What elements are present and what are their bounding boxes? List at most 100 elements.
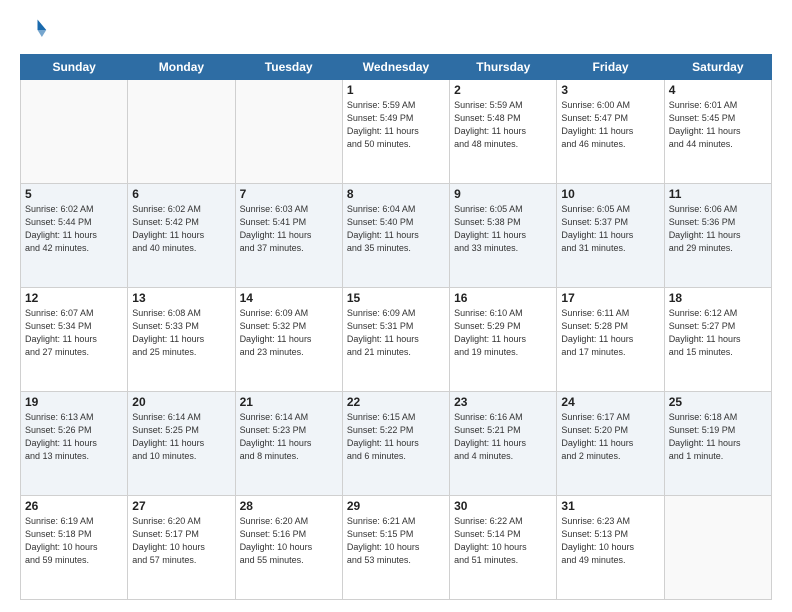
day-info: Sunrise: 6:17 AM Sunset: 5:20 PM Dayligh… <box>561 411 659 463</box>
calendar-cell: 25 Sunrise: 6:18 AM Sunset: 5:19 PM Dayli… <box>664 392 771 496</box>
day-info: Sunrise: 6:15 AM Sunset: 5:22 PM Dayligh… <box>347 411 445 463</box>
calendar-table: SundayMondayTuesdayWednesdayThursdayFrid… <box>20 54 772 600</box>
day-number: 15 <box>347 291 445 305</box>
calendar-cell: 24Sunrise: 6:17 AM Sunset: 5:20 PM Dayli… <box>557 392 664 496</box>
weekday-header-monday: Monday <box>128 55 235 80</box>
calendar-week-3: 12 Sunrise: 6:07 AM Sunset: 5:34 PM Dayli… <box>21 288 772 392</box>
day-number: 27 <box>132 499 230 513</box>
calendar-cell: 23 Sunrise: 6:16 AM Sunset: 5:21 PM Dayli… <box>450 392 557 496</box>
day-info: Sunrise: 6:21 AM Sunset: 5:15 PM Dayligh… <box>347 515 445 567</box>
calendar-cell: 6 Sunrise: 6:02 AM Sunset: 5:42 PM Daylig… <box>128 184 235 288</box>
day-info: Sunrise: 5:59 AM Sunset: 5:49 PM Dayligh… <box>347 99 445 151</box>
day-number: 25 <box>669 395 767 409</box>
day-number: 28 <box>240 499 338 513</box>
day-number: 18 <box>669 291 767 305</box>
calendar-cell: 8 Sunrise: 6:04 AM Sunset: 5:40 PM Daylig… <box>342 184 449 288</box>
day-number: 19 <box>25 395 123 409</box>
calendar-cell: 7Sunrise: 6:03 AM Sunset: 5:41 PM Daylig… <box>235 184 342 288</box>
day-info: Sunrise: 6:18 AM Sunset: 5:19 PM Dayligh… <box>669 411 767 463</box>
calendar-cell: 2 Sunrise: 5:59 AM Sunset: 5:48 PM Daylig… <box>450 80 557 184</box>
day-info: Sunrise: 6:14 AM Sunset: 5:25 PM Dayligh… <box>132 411 230 463</box>
day-number: 2 <box>454 83 552 97</box>
day-info: Sunrise: 6:10 AM Sunset: 5:29 PM Dayligh… <box>454 307 552 359</box>
calendar-week-2: 5 Sunrise: 6:02 AM Sunset: 5:44 PM Daylig… <box>21 184 772 288</box>
calendar-cell: 15 Sunrise: 6:09 AM Sunset: 5:31 PM Dayli… <box>342 288 449 392</box>
day-number: 7 <box>240 187 338 201</box>
day-number: 20 <box>132 395 230 409</box>
calendar-week-5: 26 Sunrise: 6:19 AM Sunset: 5:18 PM Dayli… <box>21 496 772 600</box>
day-info: Sunrise: 6:16 AM Sunset: 5:21 PM Dayligh… <box>454 411 552 463</box>
day-info: Sunrise: 6:09 AM Sunset: 5:31 PM Dayligh… <box>347 307 445 359</box>
day-info: Sunrise: 6:12 AM Sunset: 5:27 PM Dayligh… <box>669 307 767 359</box>
day-number: 6 <box>132 187 230 201</box>
calendar-cell <box>128 80 235 184</box>
day-number: 29 <box>347 499 445 513</box>
day-number: 4 <box>669 83 767 97</box>
day-info: Sunrise: 6:19 AM Sunset: 5:18 PM Dayligh… <box>25 515 123 567</box>
day-number: 21 <box>240 395 338 409</box>
calendar-cell <box>235 80 342 184</box>
day-number: 17 <box>561 291 659 305</box>
day-info: Sunrise: 6:06 AM Sunset: 5:36 PM Dayligh… <box>669 203 767 255</box>
day-info: Sunrise: 6:04 AM Sunset: 5:40 PM Dayligh… <box>347 203 445 255</box>
calendar-cell: 9 Sunrise: 6:05 AM Sunset: 5:38 PM Daylig… <box>450 184 557 288</box>
calendar-cell: 21Sunrise: 6:14 AM Sunset: 5:23 PM Dayli… <box>235 392 342 496</box>
calendar-cell: 17 Sunrise: 6:11 AM Sunset: 5:28 PM Dayli… <box>557 288 664 392</box>
calendar-cell: 31 Sunrise: 6:23 AM Sunset: 5:13 PM Dayli… <box>557 496 664 600</box>
calendar-cell: 13Sunrise: 6:08 AM Sunset: 5:33 PM Dayli… <box>128 288 235 392</box>
day-number: 14 <box>240 291 338 305</box>
calendar-cell: 1 Sunrise: 5:59 AM Sunset: 5:49 PM Daylig… <box>342 80 449 184</box>
day-info: Sunrise: 6:05 AM Sunset: 5:38 PM Dayligh… <box>454 203 552 255</box>
day-number: 31 <box>561 499 659 513</box>
day-number: 8 <box>347 187 445 201</box>
calendar-cell: 14 Sunrise: 6:09 AM Sunset: 5:32 PM Dayli… <box>235 288 342 392</box>
header <box>20 16 772 44</box>
day-info: Sunrise: 6:02 AM Sunset: 5:44 PM Dayligh… <box>25 203 123 255</box>
day-number: 10 <box>561 187 659 201</box>
day-number: 26 <box>25 499 123 513</box>
calendar-cell: 3Sunrise: 6:00 AM Sunset: 5:47 PM Daylig… <box>557 80 664 184</box>
day-info: Sunrise: 6:01 AM Sunset: 5:45 PM Dayligh… <box>669 99 767 151</box>
calendar-cell: 26 Sunrise: 6:19 AM Sunset: 5:18 PM Dayli… <box>21 496 128 600</box>
calendar-cell: 27 Sunrise: 6:20 AM Sunset: 5:17 PM Dayli… <box>128 496 235 600</box>
page: SundayMondayTuesdayWednesdayThursdayFrid… <box>0 0 792 612</box>
day-info: Sunrise: 6:20 AM Sunset: 5:16 PM Dayligh… <box>240 515 338 567</box>
weekday-header-friday: Friday <box>557 55 664 80</box>
calendar-week-1: 1 Sunrise: 5:59 AM Sunset: 5:49 PM Daylig… <box>21 80 772 184</box>
day-info: Sunrise: 6:02 AM Sunset: 5:42 PM Dayligh… <box>132 203 230 255</box>
weekday-header-tuesday: Tuesday <box>235 55 342 80</box>
day-number: 12 <box>25 291 123 305</box>
day-info: Sunrise: 6:09 AM Sunset: 5:32 PM Dayligh… <box>240 307 338 359</box>
calendar-cell: 11 Sunrise: 6:06 AM Sunset: 5:36 PM Dayli… <box>664 184 771 288</box>
calendar-cell: 29 Sunrise: 6:21 AM Sunset: 5:15 PM Dayli… <box>342 496 449 600</box>
day-number: 22 <box>347 395 445 409</box>
logo-icon <box>20 16 48 44</box>
calendar-cell: 10 Sunrise: 6:05 AM Sunset: 5:37 PM Dayli… <box>557 184 664 288</box>
day-number: 11 <box>669 187 767 201</box>
calendar-cell <box>21 80 128 184</box>
weekday-header-thursday: Thursday <box>450 55 557 80</box>
day-info: Sunrise: 6:20 AM Sunset: 5:17 PM Dayligh… <box>132 515 230 567</box>
calendar-cell: 19 Sunrise: 6:13 AM Sunset: 5:26 PM Dayli… <box>21 392 128 496</box>
day-info: Sunrise: 6:23 AM Sunset: 5:13 PM Dayligh… <box>561 515 659 567</box>
calendar-cell: 18 Sunrise: 6:12 AM Sunset: 5:27 PM Dayli… <box>664 288 771 392</box>
day-number: 16 <box>454 291 552 305</box>
day-info: Sunrise: 5:59 AM Sunset: 5:48 PM Dayligh… <box>454 99 552 151</box>
day-info: Sunrise: 6:13 AM Sunset: 5:26 PM Dayligh… <box>25 411 123 463</box>
calendar-cell <box>664 496 771 600</box>
day-info: Sunrise: 6:08 AM Sunset: 5:33 PM Dayligh… <box>132 307 230 359</box>
calendar-cell: 30Sunrise: 6:22 AM Sunset: 5:14 PM Dayli… <box>450 496 557 600</box>
calendar-cell: 16 Sunrise: 6:10 AM Sunset: 5:29 PM Dayli… <box>450 288 557 392</box>
day-number: 9 <box>454 187 552 201</box>
day-info: Sunrise: 6:11 AM Sunset: 5:28 PM Dayligh… <box>561 307 659 359</box>
day-info: Sunrise: 6:05 AM Sunset: 5:37 PM Dayligh… <box>561 203 659 255</box>
day-number: 1 <box>347 83 445 97</box>
calendar-cell: 5 Sunrise: 6:02 AM Sunset: 5:44 PM Daylig… <box>21 184 128 288</box>
calendar-cell: 20 Sunrise: 6:14 AM Sunset: 5:25 PM Dayli… <box>128 392 235 496</box>
calendar-cell: 22 Sunrise: 6:15 AM Sunset: 5:22 PM Dayli… <box>342 392 449 496</box>
calendar-cell: 4 Sunrise: 6:01 AM Sunset: 5:45 PM Daylig… <box>664 80 771 184</box>
day-info: Sunrise: 6:07 AM Sunset: 5:34 PM Dayligh… <box>25 307 123 359</box>
day-info: Sunrise: 6:22 AM Sunset: 5:14 PM Dayligh… <box>454 515 552 567</box>
day-number: 23 <box>454 395 552 409</box>
day-number: 5 <box>25 187 123 201</box>
